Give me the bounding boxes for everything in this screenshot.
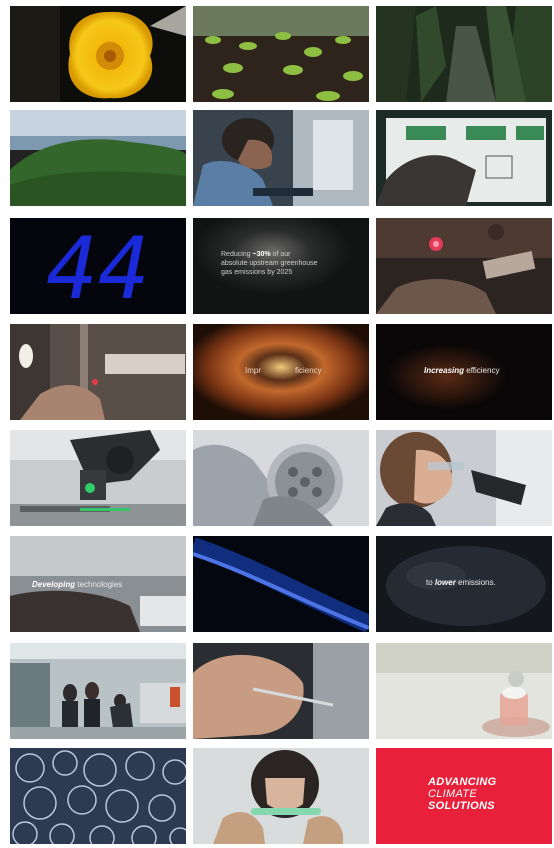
- lower-emissions-caption: to lower emissions.: [426, 578, 496, 587]
- video-frame-grid: 44 Reducing ~30% of our absolute upstrea…: [10, 6, 554, 848]
- flower-image: [10, 6, 186, 102]
- brand-title: ADVANCING CLIMATE SOLUTIONS: [428, 776, 497, 812]
- efficiency-caption: Increasing efficiency: [424, 366, 500, 375]
- counter-digits: 44: [46, 219, 150, 314]
- pipe-glow-image: Impr ficiency: [193, 324, 369, 420]
- seedlings-image: [193, 6, 369, 102]
- gloved-hand-part-image: [193, 430, 369, 526]
- woman-microscope-image: [376, 430, 552, 526]
- beaker-image: [376, 643, 552, 739]
- touchscreen-image: [376, 110, 552, 206]
- hand-lever-image: [10, 324, 186, 420]
- control-panel-image: [376, 218, 552, 314]
- woman-sample-image: [193, 748, 369, 844]
- brand-card-image: ADVANCING CLIMATE SOLUTIONS: [376, 748, 552, 844]
- digital-counter-image: 44: [10, 218, 186, 314]
- dark-texture-image: to lower emissions.: [376, 536, 552, 632]
- emissions-text-image: Reducing ~30% of our absolute upstream g…: [193, 218, 369, 314]
- blue-light-streak-image: [193, 536, 369, 632]
- laboratory-image: [10, 643, 186, 739]
- emissions-caption: Reducing ~30% of our absolute upstream g…: [221, 251, 318, 276]
- aerial-forest-image: [10, 110, 186, 206]
- bubbles-image: [10, 748, 186, 844]
- scientist-profile-image: [193, 110, 369, 206]
- forest-stream-image: [376, 6, 552, 102]
- keyboard-tech-image: Developing technologies: [10, 536, 186, 632]
- pipe-caption: Impr ficiency: [245, 366, 322, 375]
- technologies-caption: Developing technologies: [32, 580, 123, 589]
- microscope-image: [10, 430, 186, 526]
- fingertip-closeup-image: [193, 643, 369, 739]
- dark-efficiency-image: Increasing efficiency: [376, 324, 552, 420]
